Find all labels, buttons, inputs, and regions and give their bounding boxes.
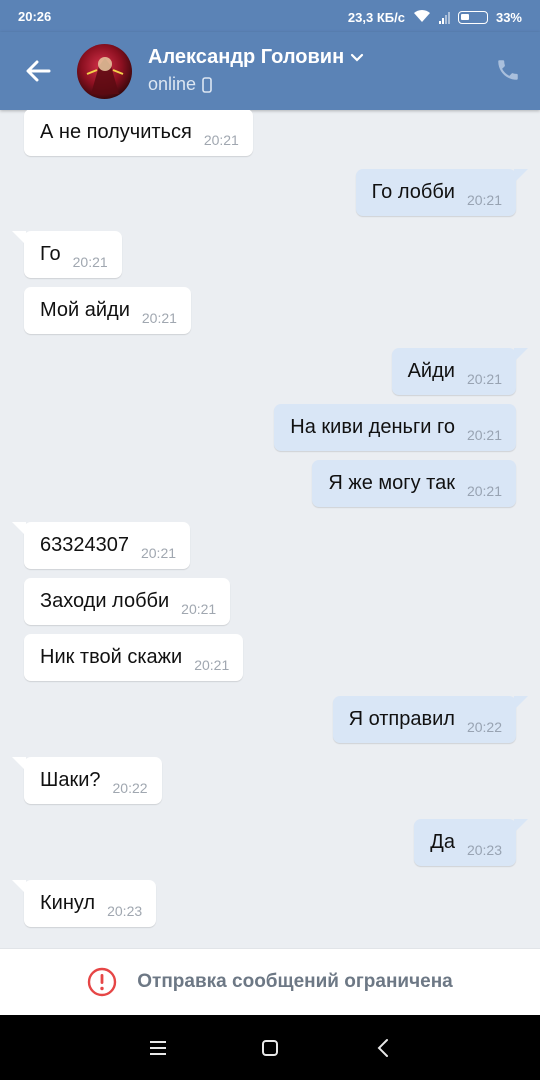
mobile-device-icon — [202, 76, 212, 93]
restricted-text: Отправка сообщений ограничена — [137, 971, 453, 992]
back-nav-button[interactable] — [363, 1033, 403, 1063]
online-status-text: online — [148, 74, 197, 94]
cell-signal-icon — [438, 11, 450, 24]
message-list[interactable]: А не получиться 20:21 Го лобби 20:21 Го 20:… — [0, 110, 540, 948]
battery-percent: 33% — [495, 10, 522, 25]
contact-name[interactable]: Александр Головин — [148, 46, 364, 69]
chat-header: Александр Головин online — [0, 32, 540, 110]
messaging-restricted-banner: Отправка сообщений ограничена — [0, 948, 540, 1015]
warning-icon — [88, 967, 117, 997]
call-button[interactable] — [492, 54, 524, 86]
message-bubble-incoming[interactable]: Ник твой скажи 20:21 — [24, 634, 244, 681]
message-bubble-incoming[interactable]: Кинул 20:23 — [12, 880, 157, 927]
message-bubble-outgoing[interactable]: На киви деньги го 20:21 — [274, 404, 516, 451]
chevron-down-icon — [351, 53, 364, 62]
back-button[interactable] — [14, 50, 62, 92]
system-nav-bar — [0, 1015, 540, 1080]
message-bubble-incoming[interactable]: 63324307 20:21 — [12, 522, 191, 569]
message-bubble-incoming[interactable]: Го 20:21 — [12, 231, 122, 278]
phone-icon — [498, 60, 518, 80]
message-bubble-incoming[interactable]: А не получиться 20:21 — [24, 110, 253, 156]
message-bubble-outgoing[interactable]: Да 20:23 — [414, 819, 528, 866]
menu-icon — [150, 1041, 166, 1055]
message-bubble-outgoing[interactable]: Айди 20:21 — [391, 348, 528, 395]
message-bubble-incoming[interactable]: Заходи лобби 20:21 — [24, 578, 231, 625]
online-status: online — [148, 74, 212, 95]
contact-avatar[interactable] — [77, 44, 132, 99]
battery-icon — [457, 11, 488, 24]
message-bubble-outgoing[interactable]: Го лобби 20:21 — [355, 169, 528, 216]
menu-button[interactable] — [138, 1033, 178, 1063]
status-bar: 20:26 23,3 КБ/с 33% — [0, 0, 540, 32]
home-button[interactable] — [250, 1033, 290, 1063]
message-bubble-incoming[interactable]: Мой айди 20:21 — [24, 287, 191, 334]
back-arrow-icon — [26, 60, 51, 82]
status-time: 20:26 — [18, 9, 52, 24]
status-indicators: 23,3 КБ/с 33% — [348, 9, 522, 26]
home-icon — [262, 1040, 278, 1056]
wifi-icon — [413, 9, 431, 26]
message-bubble-incoming[interactable]: Шаки? 20:22 — [12, 757, 162, 804]
network-speed: 23,3 КБ/с — [347, 10, 405, 25]
message-bubble-outgoing[interactable]: Я же могу так 20:21 — [312, 460, 516, 507]
contact-name-text: Александр Головин — [148, 46, 345, 68]
message-bubble-outgoing[interactable]: Я отправил 20:22 — [332, 696, 528, 743]
back-chevron-icon — [377, 1039, 388, 1057]
